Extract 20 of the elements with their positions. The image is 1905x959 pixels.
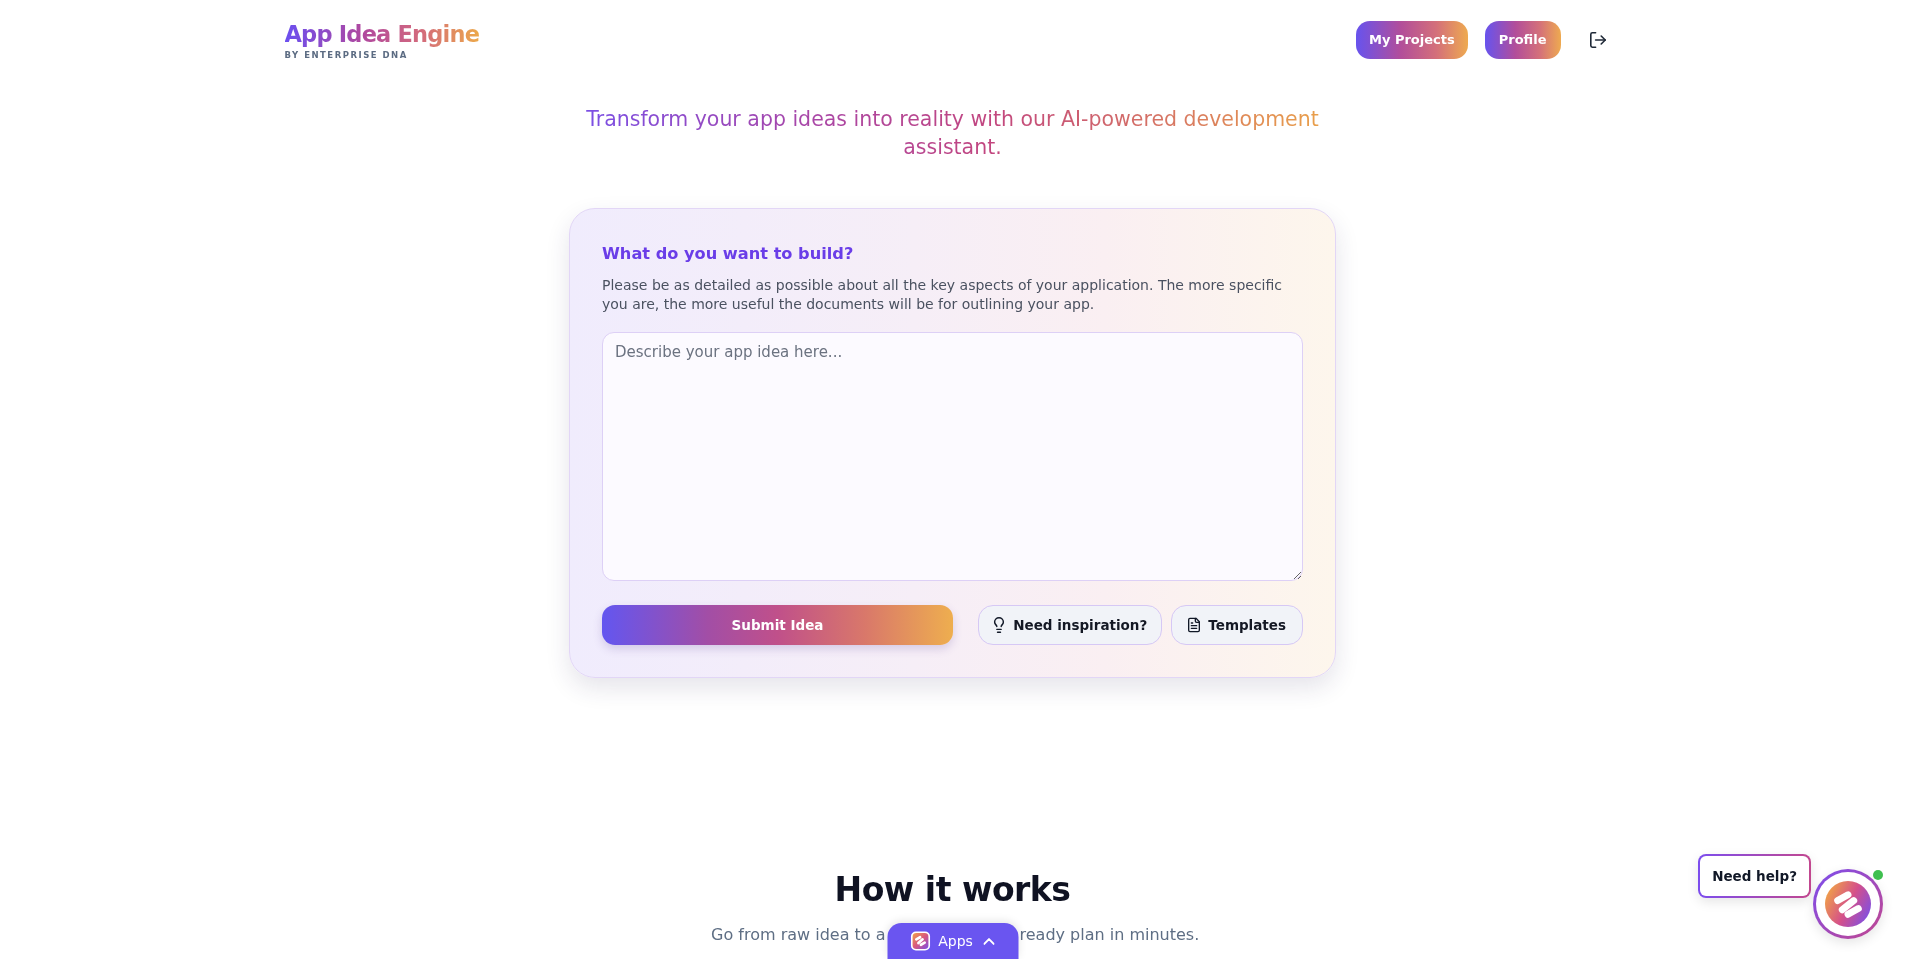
section-subtitle: ready plan in minutes.	[1019, 924, 1200, 946]
idea-input-field[interactable]: Describe your app idea here...	[602, 332, 1303, 581]
nav-button[interactable]: Profile	[1484, 20, 1561, 59]
form-heading: What do you want to build?	[602, 243, 854, 265]
nav-button[interactable]: My Projects	[1355, 20, 1468, 59]
document-icon	[1188, 617, 1201, 633]
section-subtitle: Go from raw idea to a	[711, 924, 886, 946]
secondary-button[interactable]: Need inspiration?	[978, 605, 1163, 645]
apps-button[interactable]: Apps	[887, 923, 1018, 959]
exit-icon	[1589, 31, 1606, 48]
chevron-up-icon	[983, 937, 995, 945]
logo-subtitle: BY ENTERPRISE DNA	[284, 49, 408, 61]
submit-button[interactable]: Submit Idea	[602, 605, 953, 645]
help-button[interactable]: Need help?	[1698, 854, 1811, 898]
section-title: How it works	[834, 869, 1071, 911]
logo-icon	[1825, 881, 1871, 927]
app-logo-icon	[910, 931, 931, 951]
lightbulb-icon	[993, 617, 1006, 633]
form-description: Please be as detailed as possible about all the key aspects of your application. The more specific you are, the more useful the documents will be for outlining your app.	[602, 276, 1283, 314]
secondary-button[interactable]: Templates	[1171, 605, 1303, 645]
